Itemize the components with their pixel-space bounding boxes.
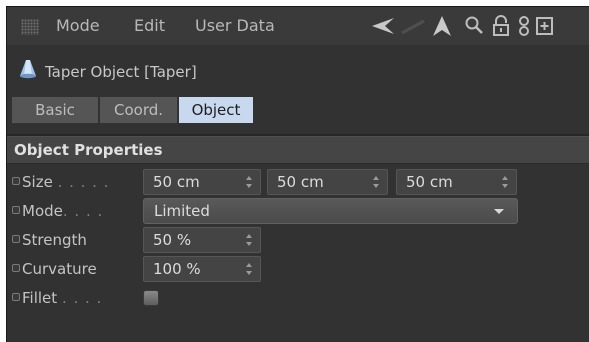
drag-grip-icon[interactable] [21, 19, 39, 35]
lock-icon[interactable] [491, 15, 511, 37]
new-panel-icon[interactable] [536, 15, 554, 37]
attribute-manager-panel: Mode Edit User Data Taper Object [Taper]… [6, 6, 589, 342]
forward-arrow-icon[interactable] [400, 15, 426, 37]
link-icon[interactable] [516, 15, 532, 37]
animation-keyframe-dot[interactable] [12, 206, 20, 214]
mode-leader-dots: . . . . [62, 202, 104, 220]
tab-basic[interactable]: Basic [12, 97, 98, 123]
object-title-row: Taper Object [Taper] [7, 52, 589, 86]
stepper-arrows-icon[interactable] [502, 176, 508, 188]
size-label-text: Size [22, 173, 53, 191]
property-label-strength: Strength [22, 231, 87, 249]
up-arrow-icon[interactable] [431, 15, 453, 37]
fillet-label-text: Fillet [22, 289, 58, 307]
mode-dropdown-value: Limited [154, 202, 210, 220]
strength-field[interactable]: 50 % [143, 227, 261, 253]
tab-object[interactable]: Object [179, 97, 253, 123]
size-z-value: 50 cm [406, 173, 453, 191]
stepper-arrows-icon[interactable] [246, 234, 252, 246]
property-label-fillet: Fillet . . . . [22, 289, 102, 307]
animation-keyframe-dot[interactable] [12, 177, 20, 185]
search-icon[interactable] [463, 15, 485, 37]
size-z-field[interactable]: 50 cm [396, 169, 517, 195]
mode-dropdown[interactable]: Limited [143, 198, 518, 224]
size-y-value: 50 cm [277, 173, 324, 191]
strength-value: 50 % [153, 231, 192, 249]
taper-object-icon [19, 59, 37, 83]
size-y-field[interactable]: 50 cm [267, 169, 388, 195]
menu-mode[interactable]: Mode [56, 16, 100, 35]
property-row-fillet: Fillet . . . . [7, 284, 589, 312]
animation-keyframe-dot[interactable] [12, 293, 20, 301]
size-leader-dots: . . . . . [57, 173, 110, 191]
property-row-mode: Mode. . . . Limited [7, 197, 589, 225]
stepper-arrows-icon[interactable] [373, 176, 379, 188]
property-label-size: Size . . . . . [22, 173, 110, 191]
object-title: Taper Object [Taper] [45, 63, 197, 81]
property-label-mode: Mode. . . . [22, 202, 103, 220]
fillet-leader-dots: . . . . [61, 289, 103, 307]
property-row-curvature: Curvature 100 % [7, 255, 589, 283]
size-x-value: 50 cm [153, 173, 200, 191]
chevron-down-icon [494, 209, 504, 214]
tab-coord[interactable]: Coord. [100, 97, 177, 123]
stepper-arrows-icon[interactable] [246, 176, 252, 188]
curvature-value: 100 % [153, 260, 201, 278]
property-label-curvature: Curvature [22, 260, 97, 278]
animation-keyframe-dot[interactable] [12, 235, 20, 243]
mode-label-text: Mode [22, 202, 63, 220]
property-row-strength: Strength 50 % [7, 226, 589, 254]
size-x-field[interactable]: 50 cm [143, 169, 261, 195]
stepper-arrows-icon[interactable] [246, 263, 252, 275]
animation-keyframe-dot[interactable] [12, 264, 20, 272]
menu-user-data[interactable]: User Data [195, 16, 275, 35]
property-row-size: Size . . . . . 50 cm 50 cm 50 cm [7, 168, 589, 196]
curvature-field[interactable]: 100 % [143, 256, 261, 282]
section-header-object-properties: Object Properties [7, 136, 589, 164]
fillet-checkbox[interactable] [143, 290, 159, 306]
menu-edit[interactable]: Edit [134, 16, 165, 35]
back-arrow-icon[interactable] [370, 15, 396, 37]
menu-bar: Mode Edit User Data [7, 7, 589, 45]
